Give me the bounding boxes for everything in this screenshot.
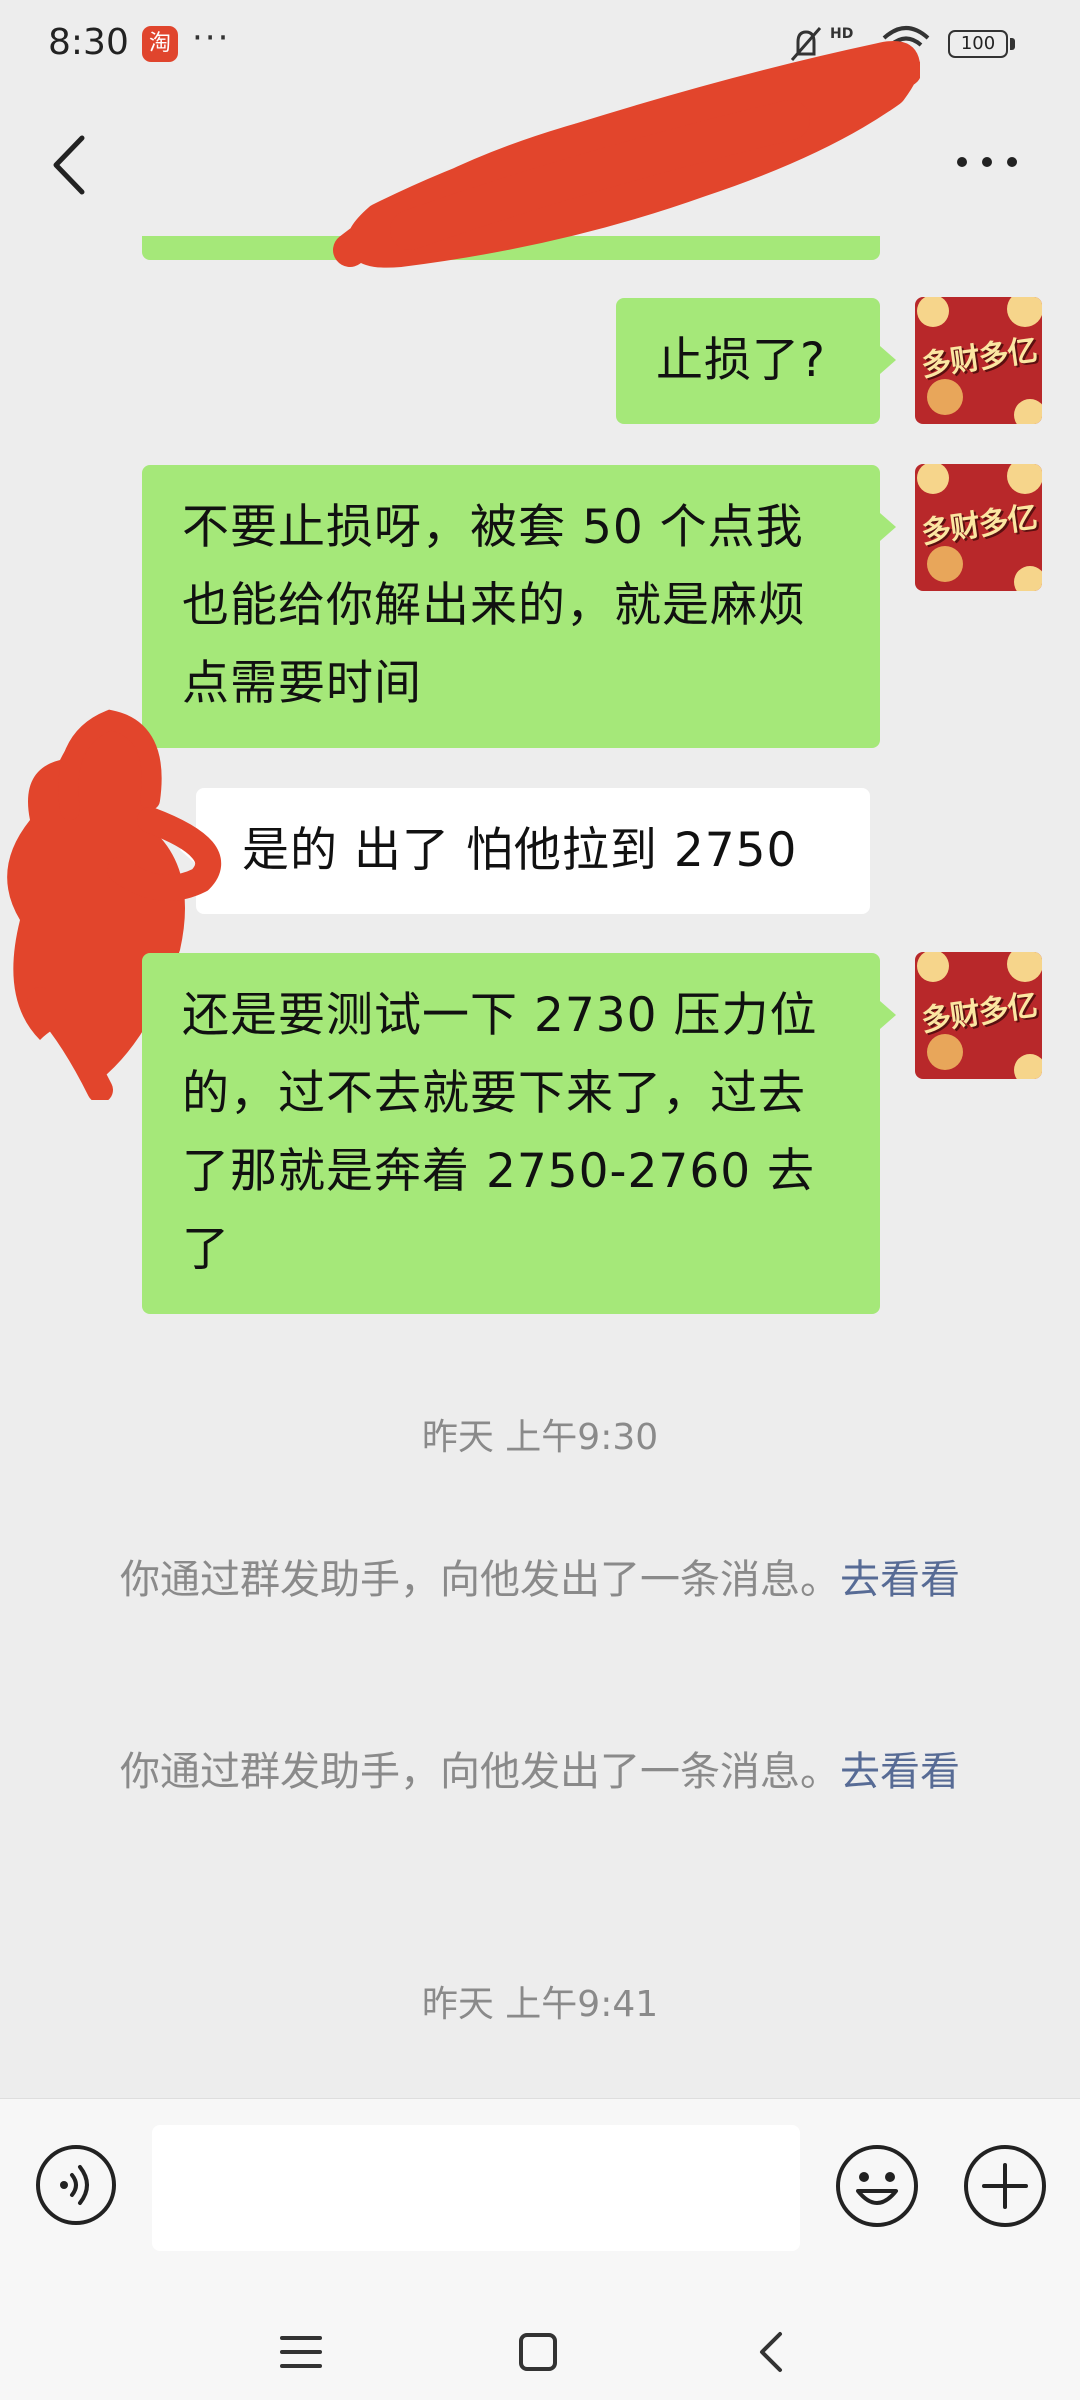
view-link[interactable]: 去看看 (840, 1749, 960, 1795)
taobao-app-icon: 淘 (142, 26, 178, 62)
view-link[interactable]: 去看看 (840, 1557, 960, 1603)
message-text: 止损了? (656, 333, 826, 388)
avatar-self[interactable]: 多财多亿 (915, 952, 1042, 1079)
home-icon[interactable] (518, 2332, 558, 2372)
system-note: 你通过群发助手，向他发出了一条消息。去看看 (100, 1740, 980, 1804)
message-text: 是的 出了 怕他拉到 2750 (242, 823, 798, 878)
avatar-self[interactable]: 多财多亿 (915, 297, 1042, 424)
system-note-text: 你通过群发助手，向他发出了一条消息。 (120, 1557, 840, 1603)
battery-tip (1010, 38, 1015, 50)
battery-indicator: 100 (948, 30, 1008, 58)
message-bubble-other[interactable]: 是的 出了 怕他拉到 2750 (196, 788, 870, 914)
redaction-scribble-name (333, 41, 920, 268)
more-functions-button[interactable] (962, 2143, 1048, 2229)
message-bubble-self[interactable]: 还是要测试一下 2730 压力位的，过不去就要下来了，过去了那就是奔着 2750… (142, 953, 880, 1314)
back-icon[interactable] (756, 2330, 786, 2374)
menu-icon[interactable] (280, 2334, 322, 2370)
message-bubble-self[interactable]: 止损了? (616, 298, 880, 424)
status-time: 8:30 (48, 22, 129, 63)
system-note-text: 你通过群发助手，向他发出了一条消息。 (120, 1749, 840, 1795)
more-options-button[interactable] (952, 142, 1022, 182)
input-bar (0, 2098, 1080, 2299)
timestamp: 昨天 上午9:41 (421, 1984, 659, 2025)
message-input[interactable] (152, 2125, 800, 2251)
message-text: 不要止损呀，被套 50 个点我也能给你解出来的，就是麻烦点需要时间 (182, 500, 806, 711)
bubble-tail (880, 1001, 896, 1029)
avatar-self[interactable]: 多财多亿 (915, 464, 1042, 591)
voice-input-button[interactable] (34, 2143, 118, 2227)
system-navigation-bar (0, 2298, 1080, 2400)
system-note: 你通过群发助手，向他发出了一条消息。去看看 (100, 1548, 980, 1612)
emoji-button[interactable] (834, 2143, 920, 2229)
back-button[interactable] (40, 130, 100, 200)
bubble-tail (880, 513, 896, 541)
bubble-tail (880, 346, 896, 374)
timestamp: 昨天 上午9:30 (421, 1417, 659, 1458)
message-text: 还是要测试一下 2730 压力位的，过不去就要下来了，过去了那就是奔着 2750… (182, 988, 818, 1277)
message-bubble-self[interactable]: 不要止损呀，被套 50 个点我也能给你解出来的，就是麻烦点需要时间 (142, 465, 880, 748)
notification-dots: ··· (192, 18, 231, 58)
